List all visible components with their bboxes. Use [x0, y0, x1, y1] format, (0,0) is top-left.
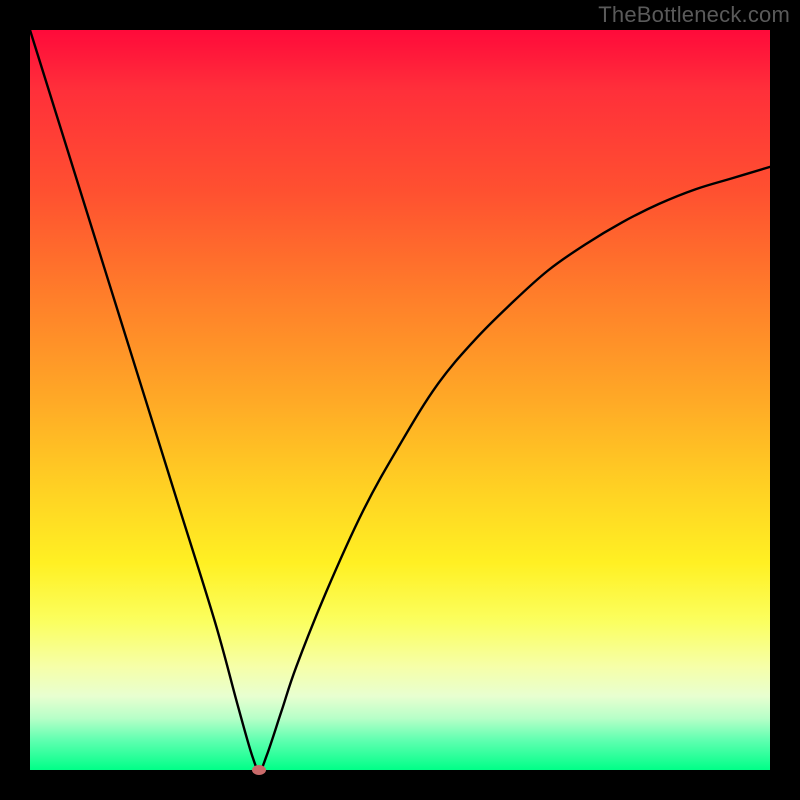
watermark-text: TheBottleneck.com [598, 2, 790, 28]
bottleneck-curve [30, 30, 770, 770]
curve-path [30, 30, 770, 770]
plot-area [30, 30, 770, 770]
chart-frame: TheBottleneck.com [0, 0, 800, 800]
minimum-marker [252, 765, 266, 775]
